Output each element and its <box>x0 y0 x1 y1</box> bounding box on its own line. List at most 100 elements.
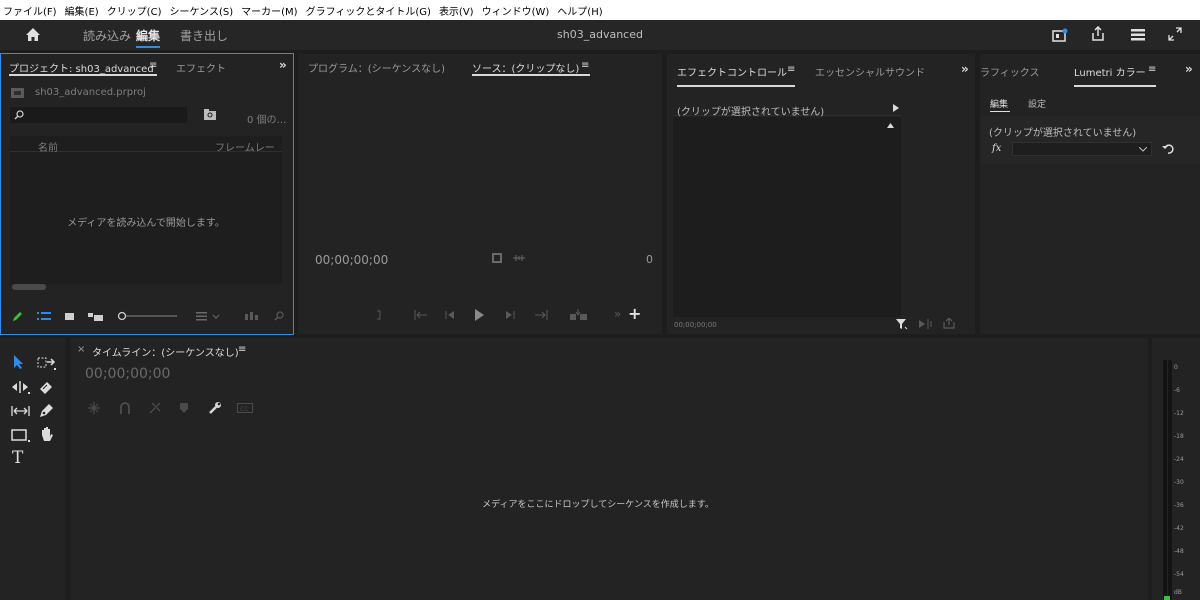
find-bin-icon[interactable] <box>204 109 216 120</box>
tab-timeline[interactable]: タイムライン：(シーケンスなし) <box>92 344 239 359</box>
automate-to-sequence-icon[interactable] <box>245 312 259 321</box>
play-icon[interactable] <box>474 309 484 321</box>
project-search-input[interactable] <box>10 107 187 123</box>
menu-file[interactable]: ファイル(F) <box>3 3 57 18</box>
list-view-icon[interactable] <box>37 312 51 321</box>
menu-clip[interactable]: クリップ(C) <box>107 3 162 18</box>
razor-tool-icon[interactable] <box>38 380 54 394</box>
filter-icon[interactable] <box>896 318 908 330</box>
ripple-edit-tool-icon[interactable] <box>11 380 31 394</box>
step-forward-icon[interactable] <box>505 310 515 320</box>
lumetri-menu-icon[interactable]: ≡ <box>1148 64 1156 75</box>
subtab-edit[interactable]: 編集 <box>990 97 1008 110</box>
pencil-icon[interactable] <box>12 311 23 322</box>
active-tab-underline <box>136 46 160 48</box>
timeline-timecode[interactable]: 00;00;00;00 <box>85 366 170 382</box>
reset-icon[interactable] <box>1162 143 1174 155</box>
effect-controls-timecode[interactable]: 00;00;00;00 <box>674 321 717 329</box>
effect-controls-panel: エフェクトコントロール ≡ エッセンシャルサウンド » (クリップが選択されてい… <box>667 54 975 334</box>
wrench-icon[interactable] <box>208 401 222 415</box>
type-tool-icon[interactable]: T <box>12 448 23 468</box>
add-marker-icon[interactable] <box>180 403 188 413</box>
audio-meter-channel-right <box>1168 360 1172 600</box>
add-button-icon[interactable]: + <box>628 304 641 323</box>
subtab-underline <box>990 111 1010 112</box>
effect-controls-timeline-area[interactable] <box>673 117 901 317</box>
tab-essential-sound[interactable]: エッセンシャルサウンド <box>815 64 925 79</box>
timeline-menu-icon[interactable]: ≡ <box>238 344 246 355</box>
program-monitor-panel: プログラム：(シーケンスなし) ソース：(クリップなし) ≡ 00;00;00;… <box>298 54 662 334</box>
workspaces-icon[interactable] <box>1130 28 1146 41</box>
active-tab-underline <box>677 85 795 87</box>
tab-program[interactable]: プログラム：(シーケンスなし) <box>308 60 445 75</box>
freeform-view-icon[interactable] <box>88 312 104 321</box>
snap-magnet-icon[interactable] <box>119 402 131 414</box>
linked-selection-icon[interactable] <box>148 401 162 415</box>
tab-project[interactable]: プロジェクト: sh03_advanced <box>9 60 154 75</box>
menu-help[interactable]: ヘルプ(H) <box>557 3 602 18</box>
share-icon[interactable] <box>1090 26 1106 42</box>
menu-sequence[interactable]: シーケンス(S) <box>169 3 233 18</box>
play-audio-icon[interactable] <box>919 319 933 329</box>
project-panel-menu-icon[interactable]: ≡ <box>149 60 157 71</box>
track-select-tool-icon[interactable] <box>37 356 57 370</box>
timeline-panel: × タイムライン：(シーケンスなし) ≡ 00;00;00;00 CC メディア… <box>70 338 1148 600</box>
timeline-track-area[interactable]: メディアをここにドロップしてシーケンスを作成します。 <box>70 416 1126 600</box>
active-tab-underline <box>9 74 157 76</box>
nest-icon[interactable] <box>88 402 100 414</box>
go-to-in-icon[interactable] <box>414 310 428 320</box>
effect-select-dropdown[interactable] <box>1012 142 1152 156</box>
subtab-settings[interactable]: 設定 <box>1028 97 1046 110</box>
mark-out-icon[interactable] <box>376 310 382 320</box>
menu-window[interactable]: ウィンドウ(W) <box>482 3 550 18</box>
fullscreen-icon[interactable] <box>1168 27 1182 41</box>
fx-label: fx <box>992 143 1002 154</box>
hand-tool-icon[interactable] <box>38 426 56 444</box>
drag-video-audio-icon[interactable] <box>513 254 525 262</box>
zoom-slider[interactable] <box>117 310 179 322</box>
menu-graphics[interactable]: グラフィックとタイトル(G) <box>306 3 431 18</box>
insert-icon[interactable] <box>570 309 588 321</box>
go-to-out-icon[interactable] <box>534 310 548 320</box>
play-only-clip-audio-icon <box>893 104 899 112</box>
svg-text:CC: CC <box>240 406 248 413</box>
more-controls-icon[interactable]: » <box>614 307 621 321</box>
project-file-name: sh03_advanced.prproj <box>35 87 146 98</box>
no-clip-selected: (クリップが選択されていません) <box>677 107 825 118</box>
tab-lumetri-color[interactable]: Lumetri カラー <box>1074 64 1146 79</box>
menu-edit[interactable]: 編集(E) <box>65 3 99 18</box>
rectangle-tool-icon[interactable] <box>11 428 31 442</box>
icon-view-icon[interactable] <box>65 312 75 321</box>
no-clip-selected: (クリップが選択されていません) <box>989 128 1137 139</box>
menu-marker[interactable]: マーカー(M) <box>241 3 297 18</box>
active-tab-underline <box>1074 85 1156 87</box>
selection-tool[interactable] <box>11 354 31 372</box>
sort-icon[interactable] <box>196 312 220 321</box>
tab-effect-controls[interactable]: エフェクトコントロール <box>677 64 787 79</box>
quick-export-icon[interactable] <box>1052 28 1068 42</box>
column-header-row: 名前 フレームレート <box>10 136 282 169</box>
lumetri-panel: ラフィックス Lumetri カラー ≡ » 編集 設定 (クリップが選択されて… <box>980 54 1200 334</box>
slip-tool-icon[interactable] <box>11 404 31 418</box>
horizontal-scrollbar[interactable] <box>12 284 46 290</box>
step-back-icon[interactable] <box>445 310 455 320</box>
project-list-area[interactable]: メディアを読み込んで開始します。 <box>10 152 282 284</box>
chevron-down-icon <box>1139 147 1147 152</box>
find-icon[interactable] <box>274 311 284 321</box>
source-panel-menu-icon[interactable]: ≡ <box>581 60 589 71</box>
pen-tool-icon[interactable] <box>38 403 54 419</box>
tab-graphics[interactable]: ラフィックス <box>980 64 1040 79</box>
captions-icon[interactable]: CC <box>237 403 253 413</box>
panel-overflow-icon[interactable]: » <box>279 58 287 72</box>
monitor-timecode[interactable]: 00;00;00;00 <box>315 253 388 267</box>
export-frame-icon[interactable] <box>943 318 955 329</box>
panel-overflow-icon[interactable]: » <box>961 62 969 76</box>
panel-overflow-icon[interactable]: » <box>1185 62 1193 76</box>
menu-view[interactable]: 表示(V) <box>439 3 474 18</box>
tab-source[interactable]: ソース：(クリップなし) <box>472 60 579 75</box>
tab-effects[interactable]: エフェクト <box>176 60 226 75</box>
effect-controls-header-row: (クリップが選択されていません) <box>673 100 901 118</box>
effect-controls-menu-icon[interactable]: ≡ <box>787 64 795 75</box>
timeline-close-icon[interactable]: × <box>77 344 85 355</box>
safe-margins-icon[interactable] <box>492 253 502 263</box>
